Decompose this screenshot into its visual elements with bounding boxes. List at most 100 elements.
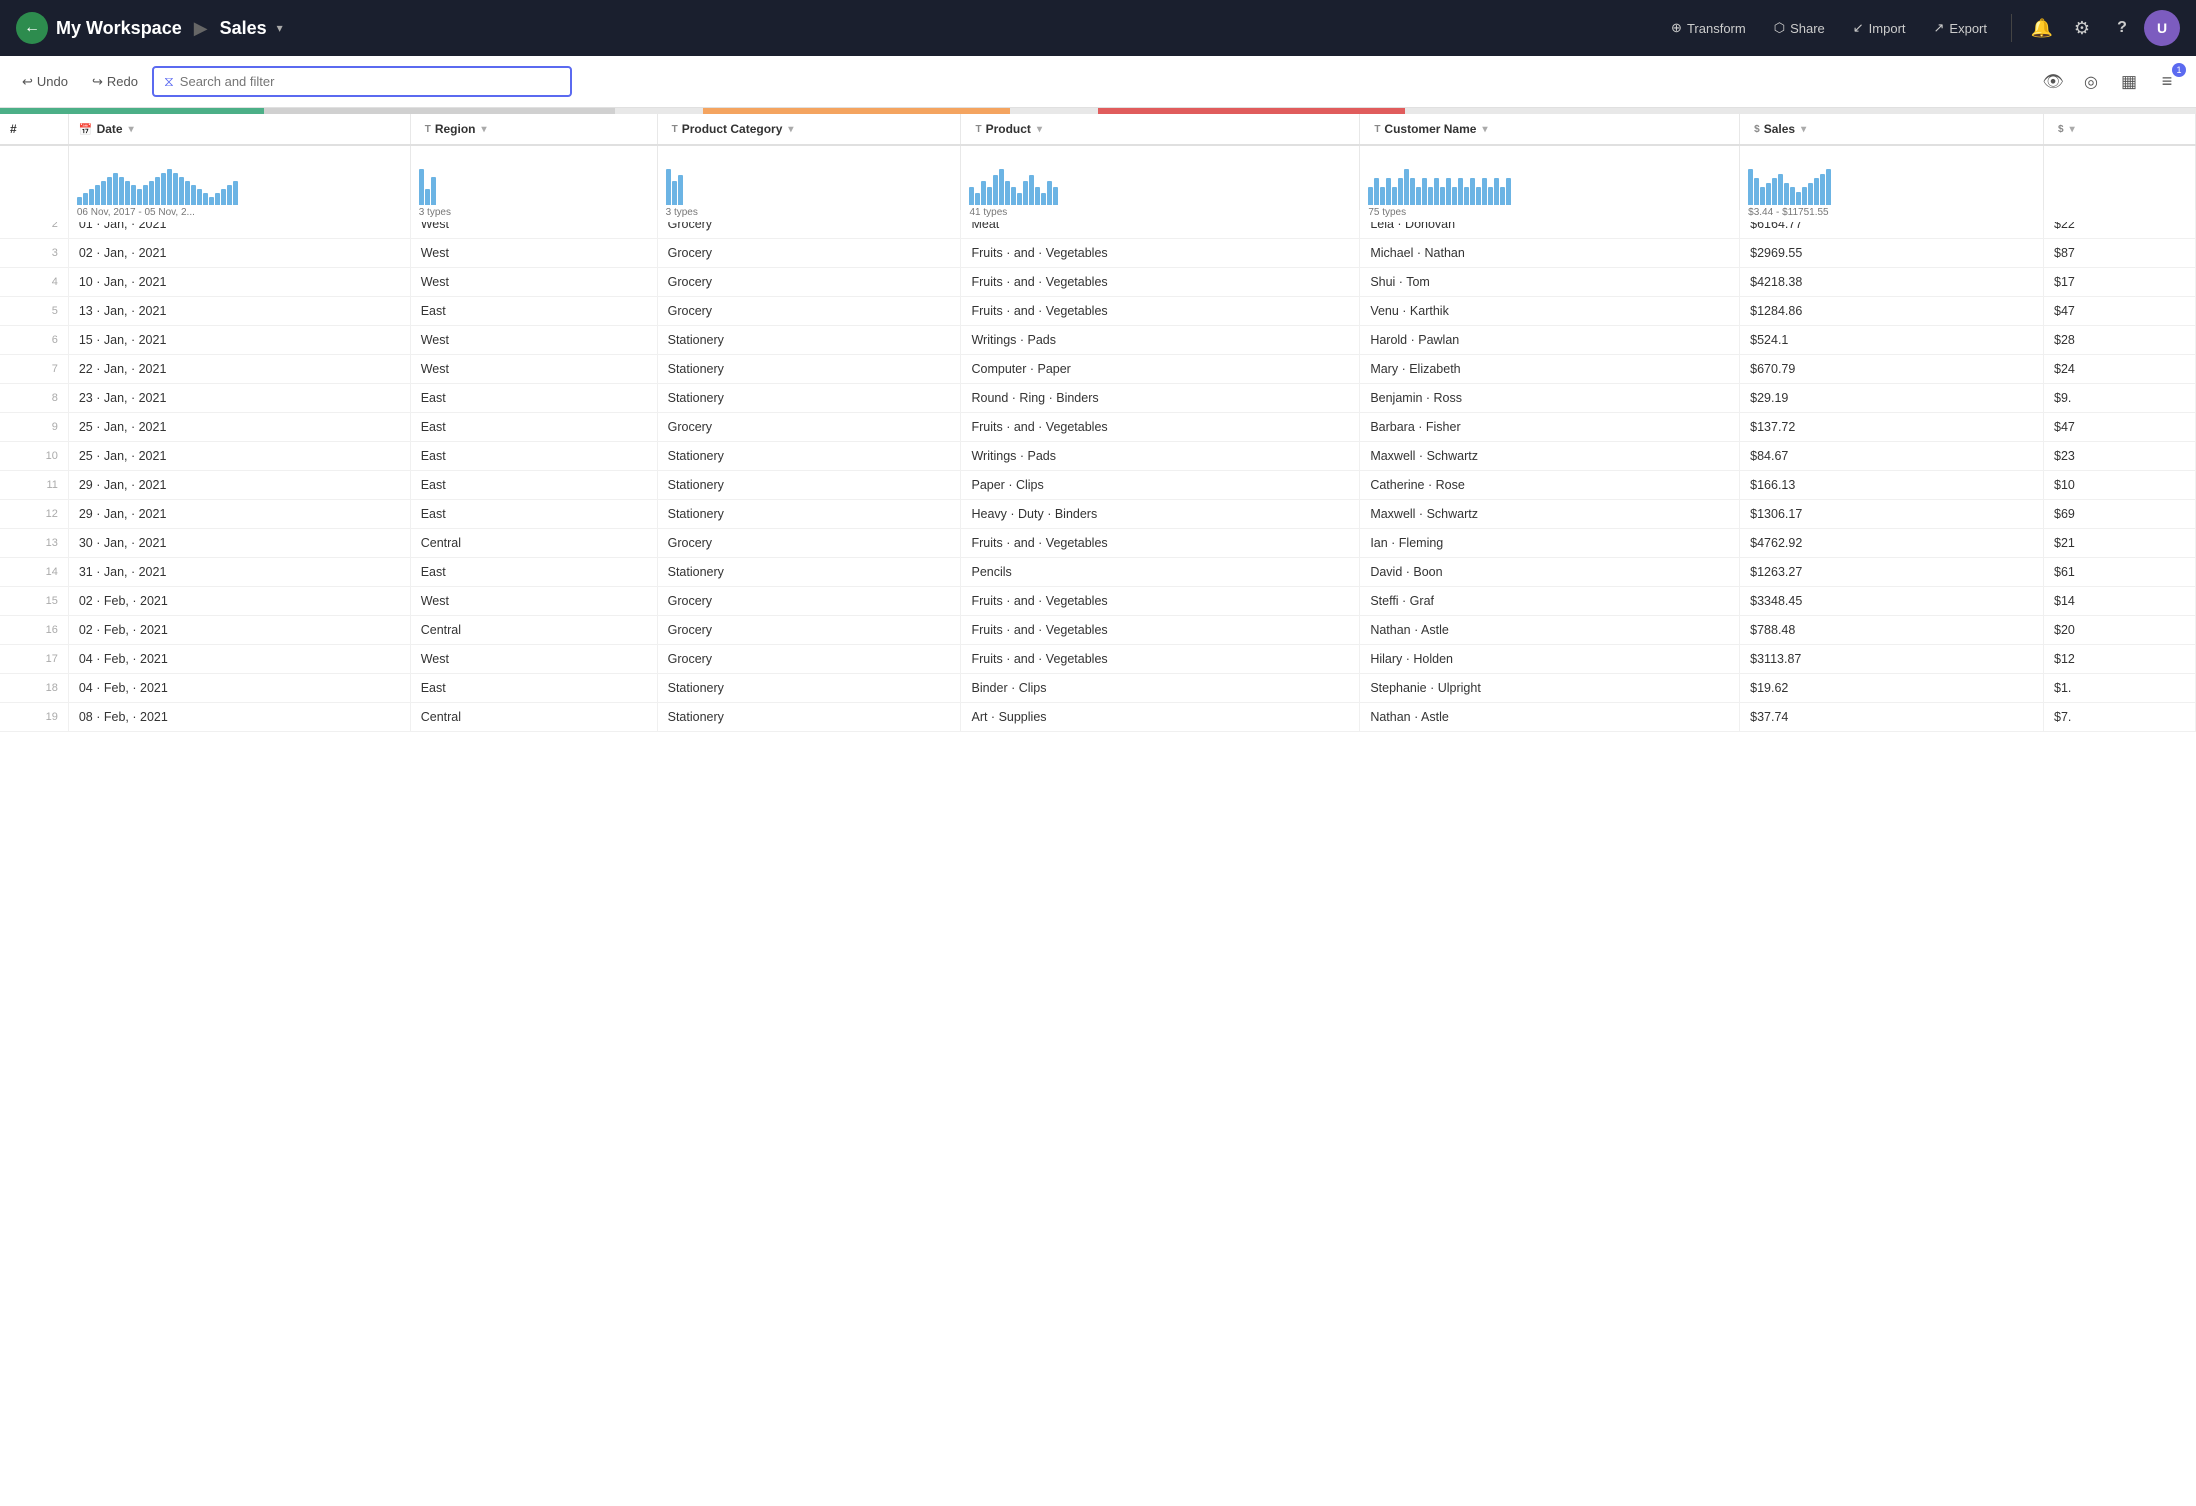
sales-type-badge: $	[1754, 124, 1760, 135]
col-header-sales[interactable]: $ Sales ▾	[1740, 114, 2044, 145]
undo-button[interactable]: ↩ Undo	[12, 69, 78, 95]
table-row[interactable]: 16 02 · Feb, · 2021 Central Grocery Frui…	[0, 616, 2196, 645]
chart-product-cat-cell: 3 types	[657, 158, 961, 223]
date-cell: 04 · Feb, · 2021	[68, 645, 410, 674]
table-row[interactable]: 8 23 · Jan, · 2021 East Stationery Round…	[0, 384, 2196, 413]
region-chart-label: 3 types	[419, 207, 649, 218]
region-cell: West	[410, 239, 657, 268]
eye-button[interactable]: 👁	[2036, 65, 2070, 99]
region-cell: West	[410, 645, 657, 674]
table-row[interactable]: 10 25 · Jan, · 2021 East Stationery Writ…	[0, 442, 2196, 471]
product-cat-cell: Stationery	[657, 326, 961, 355]
col-header-customer[interactable]: T Customer Name ▾	[1360, 114, 1740, 145]
date-cell: 10 · Jan, · 2021	[68, 268, 410, 297]
sales-cell: $1263.27	[1740, 558, 2044, 587]
col-header-extra[interactable]: $ ▾	[2044, 114, 2196, 145]
export-button[interactable]: ↗ Export	[1922, 14, 1999, 42]
table-row[interactable]: 6 15 · Jan, · 2021 West Stationery Writi…	[0, 326, 2196, 355]
table-row[interactable]: 7 22 · Jan, · 2021 West Stationery Compu…	[0, 355, 2196, 384]
import-button[interactable]: ↙ Import	[1841, 14, 1918, 42]
product-sort-icon[interactable]: ▾	[1037, 124, 1042, 135]
target-icon: ◎	[2084, 72, 2098, 92]
sales-sort-icon[interactable]: ▾	[1801, 124, 1806, 135]
product-cell: Writings · Pads	[961, 326, 1360, 355]
sales-cell: $2969.55	[1740, 239, 2044, 268]
table-row[interactable]: 13 30 · Jan, · 2021 Central Grocery Frui…	[0, 529, 2196, 558]
product-cat-cell: Grocery	[657, 268, 961, 297]
col-header-product[interactable]: T Product ▾	[961, 114, 1360, 145]
table-row[interactable]: 4 10 · Jan, · 2021 West Grocery Fruits ·…	[0, 268, 2196, 297]
customer-cell: Barbara · Fisher	[1360, 413, 1740, 442]
table-row[interactable]: 12 29 · Jan, · 2021 East Stationery Heav…	[0, 500, 2196, 529]
bell-icon: 🔔	[2031, 18, 2053, 39]
bell-button[interactable]: 🔔	[2024, 10, 2060, 46]
product-chart-label: 41 types	[969, 207, 1351, 218]
data-table-container[interactable]: # 📅 Date ▾ T Region ▾	[0, 114, 2196, 1506]
list-view-button[interactable]: ≡ 1	[2150, 65, 2184, 99]
target-button[interactable]: ◎	[2074, 65, 2108, 99]
help-icon: ?	[2117, 19, 2127, 37]
date-col-label: Date	[97, 122, 123, 136]
table-row[interactable]: 15 02 · Feb, · 2021 West Grocery Fruits …	[0, 587, 2196, 616]
table-row[interactable]: 11 29 · Jan, · 2021 East Stationery Pape…	[0, 471, 2196, 500]
region-cell: East	[410, 413, 657, 442]
region-cell: West	[410, 326, 657, 355]
sales-cell: $3113.87	[1740, 645, 2044, 674]
table-row[interactable]: 19 08 · Feb, · 2021 Central Stationery A…	[0, 703, 2196, 732]
col-header-product-category[interactable]: T Product Category ▾	[657, 114, 961, 145]
date-cell: 29 · Jan, · 2021	[68, 471, 410, 500]
row-num-cell: 15	[0, 587, 68, 616]
sales-cell: $166.13	[1740, 471, 2044, 500]
extra-cell: $23	[2044, 442, 2196, 471]
search-input[interactable]	[180, 74, 560, 89]
table-row[interactable]: 18 04 · Feb, · 2021 East Stationery Bind…	[0, 674, 2196, 703]
customer-cell: Ian · Fleming	[1360, 529, 1740, 558]
table-row[interactable]: 3 02 · Jan, · 2021 West Grocery Fruits ·…	[0, 239, 2196, 268]
product-cat-cell: Stationery	[657, 442, 961, 471]
date-cell: 02 · Jan, · 2021	[68, 239, 410, 268]
row-num-cell: 14	[0, 558, 68, 587]
sheet-dropdown[interactable]: ▾	[277, 21, 283, 35]
back-button[interactable]: ←	[16, 12, 48, 44]
customer-sort-icon[interactable]: ▾	[1482, 124, 1487, 135]
help-button[interactable]: ?	[2104, 10, 2140, 46]
table-row[interactable]: 9 25 · Jan, · 2021 East Grocery Fruits ·…	[0, 413, 2196, 442]
table-row[interactable]: 5 13 · Jan, · 2021 East Grocery Fruits ·…	[0, 297, 2196, 326]
chart-rownum-cell	[0, 158, 68, 223]
product-cat-type-badge: T	[672, 124, 678, 135]
share-button[interactable]: ⬡ Share	[1762, 14, 1837, 42]
region-cell: East	[410, 297, 657, 326]
search-box[interactable]: ⧖	[152, 66, 572, 97]
sales-cell: $4218.38	[1740, 268, 2044, 297]
product-cat-chart-label: 3 types	[666, 207, 953, 218]
date-sort-icon[interactable]: ▾	[129, 124, 134, 135]
transform-icon: ⊕	[1671, 20, 1682, 36]
product-cat-sort-icon[interactable]: ▾	[788, 124, 793, 135]
chart-view-button[interactable]: ▦	[2112, 65, 2146, 99]
product-cell: Fruits · and · Vegetables	[961, 239, 1360, 268]
gear-button[interactable]: ⚙	[2064, 10, 2100, 46]
row-num-cell: 17	[0, 645, 68, 674]
customer-col-label: Customer Name	[1384, 122, 1476, 136]
col-header-rownum: #	[0, 114, 68, 145]
customer-cell: Steffi · Graf	[1360, 587, 1740, 616]
extra-sort-icon[interactable]: ▾	[2070, 124, 2075, 135]
product-cell: Fruits · and · Vegetables	[961, 616, 1360, 645]
extra-cell: $87	[2044, 239, 2196, 268]
table-row[interactable]: 14 31 · Jan, · 2021 East Stationery Penc…	[0, 558, 2196, 587]
region-sort-icon[interactable]: ▾	[482, 124, 487, 135]
col-header-date[interactable]: 📅 Date ▾	[68, 114, 410, 145]
redo-button[interactable]: ↪ Redo	[82, 69, 148, 95]
eye-icon: 👁	[2042, 72, 2064, 92]
table-row[interactable]: 17 04 · Feb, · 2021 West Grocery Fruits …	[0, 645, 2196, 674]
product-cell: Fruits · and · Vegetables	[961, 645, 1360, 674]
region-cell: West	[410, 355, 657, 384]
region-cell: East	[410, 558, 657, 587]
extra-cell: $61	[2044, 558, 2196, 587]
customer-cell: Benjamin · Ross	[1360, 384, 1740, 413]
avatar[interactable]: U	[2144, 10, 2180, 46]
col-header-region[interactable]: T Region ▾	[410, 114, 657, 145]
product-cat-cell: Stationery	[657, 355, 961, 384]
product-mini-chart	[969, 163, 1351, 205]
transform-button[interactable]: ⊕ Transform	[1659, 14, 1758, 42]
